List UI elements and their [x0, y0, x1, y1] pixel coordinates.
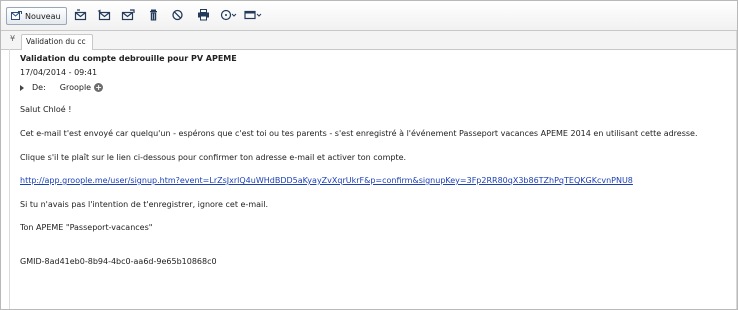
forward-icon[interactable]: [121, 9, 135, 21]
body-paragraph: Si tu n'avais pas l'intention de t'enreg…: [20, 200, 268, 209]
mail-window: Nouveau ¥ Validation du cc Validation du…: [0, 0, 738, 310]
body-paragraph: Cet e-mail t'est envoyé car quelqu'un - …: [20, 129, 698, 138]
block-icon[interactable]: [171, 9, 185, 21]
move-icon[interactable]: [244, 9, 262, 21]
toolbar: Nouveau: [1, 1, 737, 31]
sender-label: De:: [32, 83, 46, 92]
add-contact-icon[interactable]: +: [94, 83, 104, 92]
reply-icon[interactable]: [97, 9, 111, 21]
body-gmid: GMID-8ad41eb0-8b94-4bc0-aa6d-9e65b10868c…: [20, 257, 217, 266]
body-signature: Ton APEME "Passeport-vacances": [20, 223, 153, 232]
more-icon[interactable]: [220, 9, 238, 21]
expand-triangle-icon[interactable]: [20, 84, 24, 91]
body-paragraph: Clique s'il te plaît sur le lien ci-dess…: [20, 153, 407, 162]
body-greeting: Salut Chloé !: [20, 105, 72, 114]
confirmation-link[interactable]: http://app.groople.me/user/signup.htm?ev…: [20, 176, 633, 185]
tab-strip: ¥ Validation du cc: [1, 31, 737, 50]
new-button-label: Nouveau: [25, 11, 61, 21]
sender-name[interactable]: Groople: [60, 83, 91, 92]
message-subject: Validation du compte debrouille pour PV …: [20, 54, 237, 63]
tab-message[interactable]: Validation du cc: [21, 34, 93, 50]
print-icon[interactable]: [197, 9, 211, 21]
collapse-chevron-icon[interactable]: ¥: [10, 34, 15, 43]
new-mail-icon[interactable]: [74, 9, 88, 21]
new-button[interactable]: Nouveau: [6, 7, 67, 25]
divider: [736, 31, 737, 309]
compose-icon: [11, 10, 22, 22]
message-date: 17/04/2014 - 09:41: [20, 68, 98, 77]
delete-icon[interactable]: [147, 9, 161, 21]
sender-line: De: Groople +: [20, 83, 104, 92]
divider: [9, 49, 10, 309]
